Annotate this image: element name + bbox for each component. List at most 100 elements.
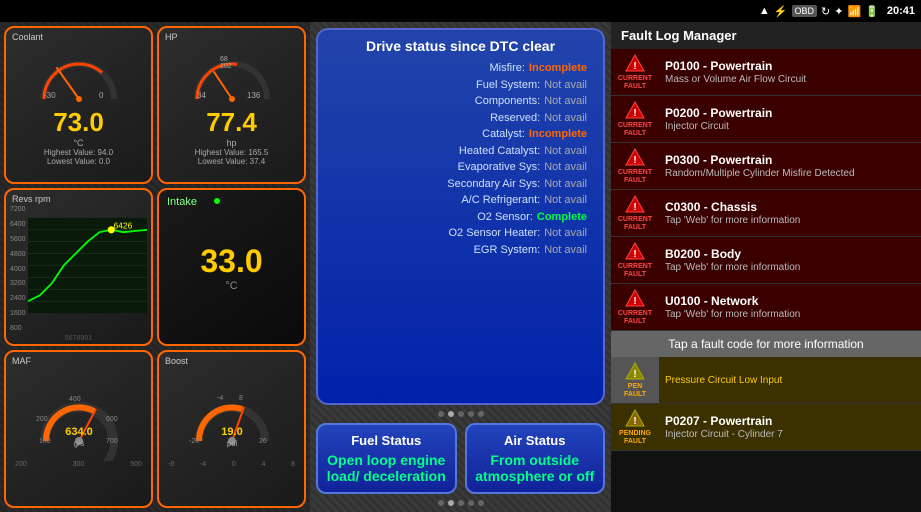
- maf-gauge-circle: 100 700 200 600 400 634.0 g/s: [34, 391, 124, 461]
- fault-text-b0200: B0200 - Body Tap 'Web' for more informat…: [659, 243, 921, 278]
- svg-text:!: !: [633, 108, 636, 119]
- status-bar-icons: ▲ ⚡ OBD ↻ ✦ 📶 🔋 20:41: [759, 5, 915, 18]
- bluetooth-icon: ✦: [834, 5, 843, 18]
- svg-text:!: !: [633, 296, 636, 307]
- fault-item-p0200[interactable]: ! CURRENTFAULT P0200 - Powertrain Inject…: [611, 96, 921, 143]
- fault-badge-p0207: ! PENDINGFAULT: [611, 404, 659, 450]
- svg-text:102: 102: [220, 63, 232, 70]
- revs-x-axis: 5678901: [61, 335, 96, 342]
- dtc-row-fuelsys: Fuel System: Not avail: [334, 77, 587, 94]
- svg-text:19.0: 19.0: [221, 426, 242, 438]
- page-dot-3: [458, 411, 464, 417]
- battery-icon: 🔋: [865, 5, 879, 18]
- svg-text:!: !: [633, 61, 636, 72]
- boost-scale: -8-4048: [168, 461, 295, 468]
- warning-icon: !: [624, 53, 646, 73]
- fault-badge-p0100: ! CURRENTFAULT: [611, 49, 659, 95]
- revs-graph: 6426: [28, 210, 147, 321]
- tap-hint-bar: Tap a fault code for more information: [611, 331, 921, 357]
- fault-text-c0300: C0300 - Chassis Tap 'Web' for more infor…: [659, 196, 921, 231]
- fault-text-p0300: P0300 - Powertrain Random/Multiple Cylin…: [659, 149, 921, 184]
- page-dot-b3: [458, 500, 464, 506]
- fault-badge-pending1: ! PENFAULT: [611, 357, 659, 403]
- coolant-unit: °C: [73, 138, 83, 148]
- boost-label: Boost: [165, 356, 188, 366]
- svg-text:g/s: g/s: [73, 439, 84, 448]
- revs-gauge[interactable]: Revs rpm 7200 6400 5600 4800 4000 3200 2…: [4, 188, 153, 346]
- fault-item-p0207[interactable]: ! PENDINGFAULT P0207 - Powertrain Inject…: [611, 404, 921, 451]
- svg-text:!: !: [633, 202, 636, 213]
- fault-text-p0207: P0207 - Powertrain Injector Circuit - Cy…: [659, 410, 921, 445]
- fault-badge-b0200: ! CURRENTFAULT: [611, 237, 659, 283]
- hp-sub: Highest Value: 165.5 Lowest Value: 37.4: [195, 148, 269, 166]
- intake-value: 33.0: [200, 243, 262, 280]
- svg-text:psi: psi: [226, 439, 236, 448]
- signal-icon: ▲: [759, 5, 770, 17]
- status-bar: ▲ ⚡ OBD ↻ ✦ 📶 🔋 20:41: [0, 0, 921, 22]
- page-dot-b4: [468, 500, 474, 506]
- svg-text:634.0: 634.0: [65, 426, 93, 438]
- coolant-sub: Highest Value: 94.0 Lowest Value: 0.0: [44, 148, 113, 166]
- svg-text:-30: -30: [44, 91, 56, 100]
- svg-text:!: !: [633, 369, 636, 380]
- svg-text:0: 0: [99, 91, 104, 100]
- svg-text:34: 34: [197, 91, 206, 100]
- svg-text:600: 600: [106, 416, 118, 423]
- maf-scale: 200300500: [15, 461, 142, 468]
- page-dot-b1: [438, 500, 444, 506]
- fault-list: ! CURRENTFAULT P0100 - Powertrain Mass o…: [611, 49, 921, 512]
- svg-text:6426: 6426: [114, 221, 133, 231]
- coolant-gauge[interactable]: Coolant -30 0 73.0 °C Highest Value: 94.…: [4, 26, 153, 184]
- coolant-label: Coolant: [12, 32, 43, 42]
- page-dot-b2: [448, 500, 454, 506]
- fault-item-b0200[interactable]: ! CURRENTFAULT B0200 - Body Tap 'Web' fo…: [611, 237, 921, 284]
- svg-text:-20: -20: [189, 438, 199, 445]
- dtc-row-egr: EGR System: Not avail: [334, 242, 587, 259]
- svg-text:200: 200: [36, 416, 48, 423]
- warning-icon-p0207: !: [624, 408, 646, 428]
- fault-text-p0100: P0100 - Powertrain Mass or Volume Air Fl…: [659, 55, 921, 90]
- dtc-row-misfire: Misfire: Incomplete: [334, 60, 587, 77]
- svg-text:136: 136: [247, 91, 261, 100]
- maf-gauge[interactable]: MAF 100 700 200 600 400 634.0 g/s: [4, 350, 153, 508]
- time-display: 20:41: [887, 5, 915, 17]
- warning-icon-4: !: [624, 194, 646, 214]
- air-status-title: Air Status: [475, 433, 596, 448]
- warning-icon-6: !: [624, 288, 646, 308]
- boost-gauge-circle: -20 26 -4 8 19.0 psi: [187, 391, 277, 461]
- dtc-title: Drive status since DTC clear: [334, 38, 587, 54]
- left-panel: Coolant -30 0 73.0 °C Highest Value: 94.…: [0, 22, 310, 512]
- middle-panel: Drive status since DTC clear Misfire: In…: [310, 22, 611, 512]
- dtc-row-o2heater: O2 Sensor Heater: Not avail: [334, 225, 587, 242]
- svg-text:!: !: [633, 249, 636, 260]
- status-buttons-row: Fuel Status Open loop engine load/ decel…: [316, 423, 605, 494]
- fault-badge-u0100: ! CURRENTFAULT: [611, 284, 659, 330]
- fault-log-header: Fault Log Manager: [611, 22, 921, 49]
- fault-item-p0100[interactable]: ! CURRENTFAULT P0100 - Powertrain Mass o…: [611, 49, 921, 96]
- revs-y-axis: 7200 6400 5600 4800 4000 3200 2400 1600 …: [10, 206, 26, 332]
- intake-gauge[interactable]: Intake 33.0 °C: [157, 188, 306, 346]
- fault-item-pending1[interactable]: ! PENFAULT Pressure Circuit Low Input: [611, 357, 921, 404]
- boost-gauge[interactable]: Boost -20 26 -4 8 19.0 psi -8-4048: [157, 350, 306, 508]
- fuel-status-value: Open loop engine load/ deceleration: [326, 452, 447, 484]
- obd-icon: OBD: [792, 5, 818, 17]
- revs-label: Revs rpm: [12, 194, 51, 204]
- hp-value: 77.4: [206, 107, 257, 138]
- wifi-icon: 📶: [847, 5, 861, 18]
- fault-badge-c0300: ! CURRENTFAULT: [611, 190, 659, 236]
- fault-item-p0300[interactable]: ! CURRENTFAULT P0300 - Powertrain Random…: [611, 143, 921, 190]
- air-status-button[interactable]: Air Status From outside atmosphere or of…: [465, 423, 606, 494]
- dtc-row-o2sensor: O2 Sensor: Complete: [334, 209, 587, 226]
- dtc-row-secairsys: Secondary Air Sys: Not avail: [334, 176, 587, 193]
- intake-label: Intake: [167, 196, 197, 208]
- air-status-value: From outside atmosphere or off: [475, 452, 596, 484]
- page-dots-bottom: [438, 500, 484, 506]
- fault-item-c0300[interactable]: ! CURRENTFAULT C0300 - Chassis Tap 'Web'…: [611, 190, 921, 237]
- intake-unit: °C: [225, 280, 237, 292]
- fault-text-pending1: Pressure Circuit Low Input: [659, 370, 921, 391]
- hp-gauge[interactable]: HP 34 136 102 68 77.4 hp Highest Value: …: [157, 26, 306, 184]
- right-panel: Fault Log Manager ! CURRENTFAULT P0100 -…: [611, 22, 921, 512]
- fault-item-u0100[interactable]: ! CURRENTFAULT U0100 - Network Tap 'Web'…: [611, 284, 921, 331]
- fault-badge-p0200: ! CURRENTFAULT: [611, 96, 659, 142]
- fuel-status-button[interactable]: Fuel Status Open loop engine load/ decel…: [316, 423, 457, 494]
